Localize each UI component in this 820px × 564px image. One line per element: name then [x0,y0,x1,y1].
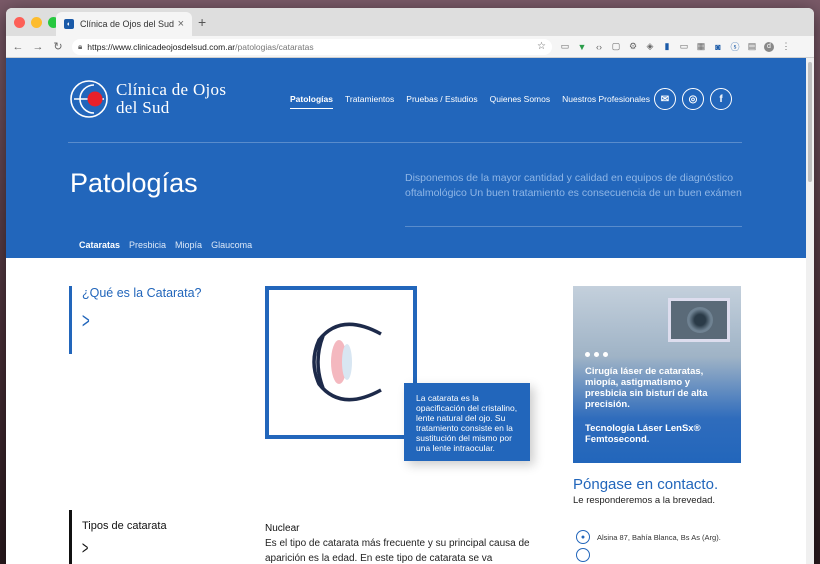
hero-description: Disponemos de la mayor cantidad y calida… [405,172,742,199]
menu-dots-icon[interactable]: ⋮ [781,41,791,52]
minimize-window-button[interactable] [31,17,42,28]
subnav-item-cataratas[interactable]: Cataratas [79,240,120,250]
extension-blue-icon[interactable]: ◙ [713,42,723,52]
nuclear-text: Es el tipo de catarata más frecuente y s… [265,538,530,564]
extension-gear-icon[interactable]: ⚙ [628,41,638,52]
scrollbar-thumb[interactable] [808,62,812,182]
extension-grid-icon[interactable]: ▦ [696,41,706,52]
location-pin-icon: ● [576,530,590,544]
extension-puzzle-icon[interactable]: ◈ [645,41,655,52]
eye-illustration [265,286,417,439]
url-path: /patologias/cataratas [235,41,314,52]
address-text: Alsina 87, Bahía Blanca, Bs As (Arg). [597,532,721,542]
instagram-icon[interactable]: ◎ [682,88,704,110]
laser-machine-image [668,298,730,342]
logo-text: Clínica de Ojos del Sud [116,81,226,117]
reload-icon[interactable]: ↻ [52,40,64,53]
lock-icon: 🔒︎ [78,41,83,51]
tab-close-button[interactable]: × [178,18,184,30]
chevron-right-icon[interactable]: > [82,308,154,334]
what-is-cataract-heading: ¿Qué es la Catarata? [82,286,202,300]
address-bar[interactable]: 🔒︎ https://www.clinicadeojosdelsud.com.a… [72,38,552,55]
promo-technology: Tecnología Láser LenSx® Femtosecond. [585,423,701,445]
favicon-icon: ◐ [64,19,74,29]
chevron-right-icon[interactable]: > [82,538,133,559]
bookmark-star-icon[interactable]: ☆ [537,41,546,52]
what-is-cataract-block: ¿Qué es la Catarata? > [69,286,202,354]
mail-icon[interactable]: ✉ [654,88,676,110]
sub-navigation: Cataratas Presbicia Miopía Glaucoma [79,240,252,250]
hero-section: Clínica de Ojos del Sud Patologías Trata… [6,58,806,258]
cataract-types-block: Tipos de catarata > [69,510,167,564]
nav-item-quienes-somos[interactable]: Quienes Somos [490,94,550,109]
nav-item-profesionales[interactable]: Nuestros Profesionales [562,94,650,109]
tab-strip: ◐ Clínica de Ojos del Sud × + [6,8,814,36]
cataract-types-heading: Tipos de catarata [82,520,167,532]
browser-toolbar: ← → ↻ 🔒︎ https://www.clinicadeojosdelsud… [6,36,814,58]
carousel-dots [585,352,608,357]
page-scrollbar[interactable] [806,58,814,564]
new-tab-button[interactable]: + [198,14,206,30]
extension-code-icon[interactable]: ‹› [594,42,604,52]
extension-icons: ▭ ▼ ‹› ▢ ⚙ ◈ ▮ ▭ ▦ ◙ ⓢ ▤ d ⋮ [560,41,791,52]
extension-info-icon[interactable]: ▮ [662,41,672,52]
site-logo[interactable]: Clínica de Ojos del Sud [68,78,226,120]
hero-divider-top [68,142,742,143]
extension-doc-icon[interactable]: ▢ [611,41,621,52]
logo-line-2: del Sud [116,98,170,117]
contact-address: ● Alsina 87, Bahía Blanca, Bs As (Arg). [576,530,721,544]
page-title: Patologías [70,168,198,198]
profile-avatar[interactable]: d [764,41,774,52]
extension-misc-icon[interactable]: ▤ [747,41,757,52]
cataract-caption: La catarata es la opacificación del cris… [404,383,530,461]
nuclear-section: Nuclear Es el tipo de catarata más frecu… [265,521,545,564]
contact-heading: Póngase en contacto. [573,476,719,493]
window-controls [14,17,59,28]
facebook-icon[interactable]: f [710,88,732,110]
promo-text: Cirugía láser de cataratas, miopía, asti… [585,366,708,410]
nav-item-pruebas[interactable]: Pruebas / Estudios [406,94,477,109]
extension-window-icon[interactable]: ▭ [679,41,689,52]
cast-icon[interactable]: ▭ [560,41,570,52]
nuclear-heading: Nuclear [265,523,300,534]
logo-line-1: Clínica de Ojos [116,80,227,99]
subnav-item-miopia[interactable]: Miopía [175,240,202,250]
web-page: Clínica de Ojos del Sud Patologías Trata… [6,58,806,564]
extension-s-icon[interactable]: ⓢ [730,42,740,52]
url-host: https://www.clinicadeojosdelsud.com.ar [87,41,236,52]
social-links: ✉ ◎ f [654,88,732,110]
contact-subheading: Le responderemos a la brevedad. [573,495,716,506]
extension-v-icon[interactable]: ▼ [577,42,587,52]
promo-banner[interactable]: Cirugía láser de cataratas, miopía, asti… [573,286,741,463]
back-icon[interactable]: ← [12,41,24,53]
phone-icon [576,548,590,562]
browser-tab[interactable]: ◐ Clínica de Ojos del Sud × [56,12,192,36]
close-window-button[interactable] [14,17,25,28]
hero-divider-bottom [405,226,742,227]
nav-item-patologias[interactable]: Patologías [290,94,333,109]
forward-icon[interactable]: → [32,41,44,53]
tab-title: Clínica de Ojos del Sud [80,19,175,29]
eye-lens-icon [312,322,382,402]
subnav-item-presbicia[interactable]: Presbicia [129,240,166,250]
subnav-item-glaucoma[interactable]: Glaucoma [211,240,252,250]
nav-item-tratamientos[interactable]: Tratamientos [345,94,394,109]
main-navigation: Patologías Tratamientos Pruebas / Estudi… [290,94,650,109]
browser-window: ◐ Clínica de Ojos del Sud × + ← → ↻ 🔒︎ h… [6,8,814,564]
logo-eye-icon [70,80,108,118]
